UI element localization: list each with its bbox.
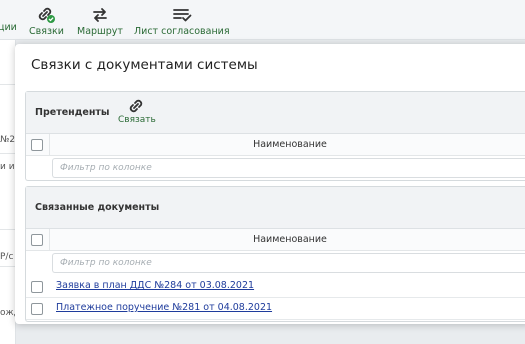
background-text: и и bbox=[0, 162, 15, 172]
divider bbox=[0, 153, 16, 154]
select-all-checkbox[interactable] bbox=[31, 234, 43, 246]
linked-filter-input[interactable]: Фильтр по колонке bbox=[52, 253, 525, 273]
divider bbox=[0, 229, 16, 230]
column-header-name[interactable]: Наименование bbox=[50, 134, 525, 156]
approval-sheet-button[interactable]: Лист согласования bbox=[134, 6, 230, 38]
background-text: №2 bbox=[0, 135, 16, 145]
link-check-icon bbox=[29, 6, 64, 24]
links-label: Связки bbox=[29, 26, 64, 37]
background-text: Р/с bbox=[0, 252, 14, 262]
route-label: Маршрут bbox=[77, 26, 123, 37]
links-button[interactable]: Связки bbox=[29, 6, 64, 38]
toolbar: ции Связки Маршрут Лист согласования bbox=[0, 0, 525, 40]
candidates-grid-header: Наименование bbox=[26, 134, 525, 156]
table-row[interactable]: Заявка в план ДДС №284 от 03.08.2021 bbox=[26, 276, 525, 298]
link-icon bbox=[118, 97, 156, 115]
table-row[interactable]: Платежное поручение №281 от 04.08.2021 bbox=[26, 298, 525, 320]
document-link[interactable]: Платежное поручение №281 от 04.08.2021 bbox=[56, 302, 272, 313]
candidates-title: Претенденты bbox=[35, 107, 110, 118]
candidates-filter-input[interactable]: Фильтр по колонке bbox=[52, 158, 525, 178]
link-button-label: Связать bbox=[118, 115, 156, 125]
linked-grid-header: Наименование bbox=[26, 229, 525, 251]
route-arrows-icon bbox=[77, 6, 123, 24]
background-page: №2 и и Р/с ожд bbox=[0, 40, 20, 344]
toolbar-partial-label: ции bbox=[0, 22, 17, 33]
candidates-panel: Претенденты Связать Наименование Фильтр … bbox=[25, 91, 525, 181]
select-all-cell bbox=[26, 229, 50, 250]
route-button[interactable]: Маршрут bbox=[77, 6, 123, 38]
links-dialog: Связки с документами системы Претенденты… bbox=[15, 44, 525, 324]
select-all-checkbox[interactable] bbox=[31, 139, 43, 151]
row-checkbox[interactable] bbox=[31, 281, 43, 293]
approval-sheet-label: Лист согласования bbox=[134, 26, 230, 37]
linked-docs-panel: Связанные документы Наименование Фильтр … bbox=[25, 186, 525, 322]
column-header-name[interactable]: Наименование bbox=[50, 229, 525, 251]
document-link[interactable]: Заявка в план ДДС №284 от 03.08.2021 bbox=[56, 280, 254, 291]
dialog-title: Связки с документами системы bbox=[31, 57, 258, 73]
candidates-header: Претенденты Связать bbox=[26, 92, 525, 134]
linked-docs-header: Связанные документы bbox=[26, 187, 525, 229]
select-all-cell bbox=[26, 134, 50, 155]
link-button[interactable]: Связать bbox=[118, 97, 156, 125]
list-check-icon bbox=[134, 6, 230, 24]
divider bbox=[0, 266, 16, 267]
linked-docs-title: Связанные документы bbox=[35, 202, 160, 213]
row-checkbox[interactable] bbox=[31, 303, 43, 315]
divider bbox=[0, 84, 16, 85]
